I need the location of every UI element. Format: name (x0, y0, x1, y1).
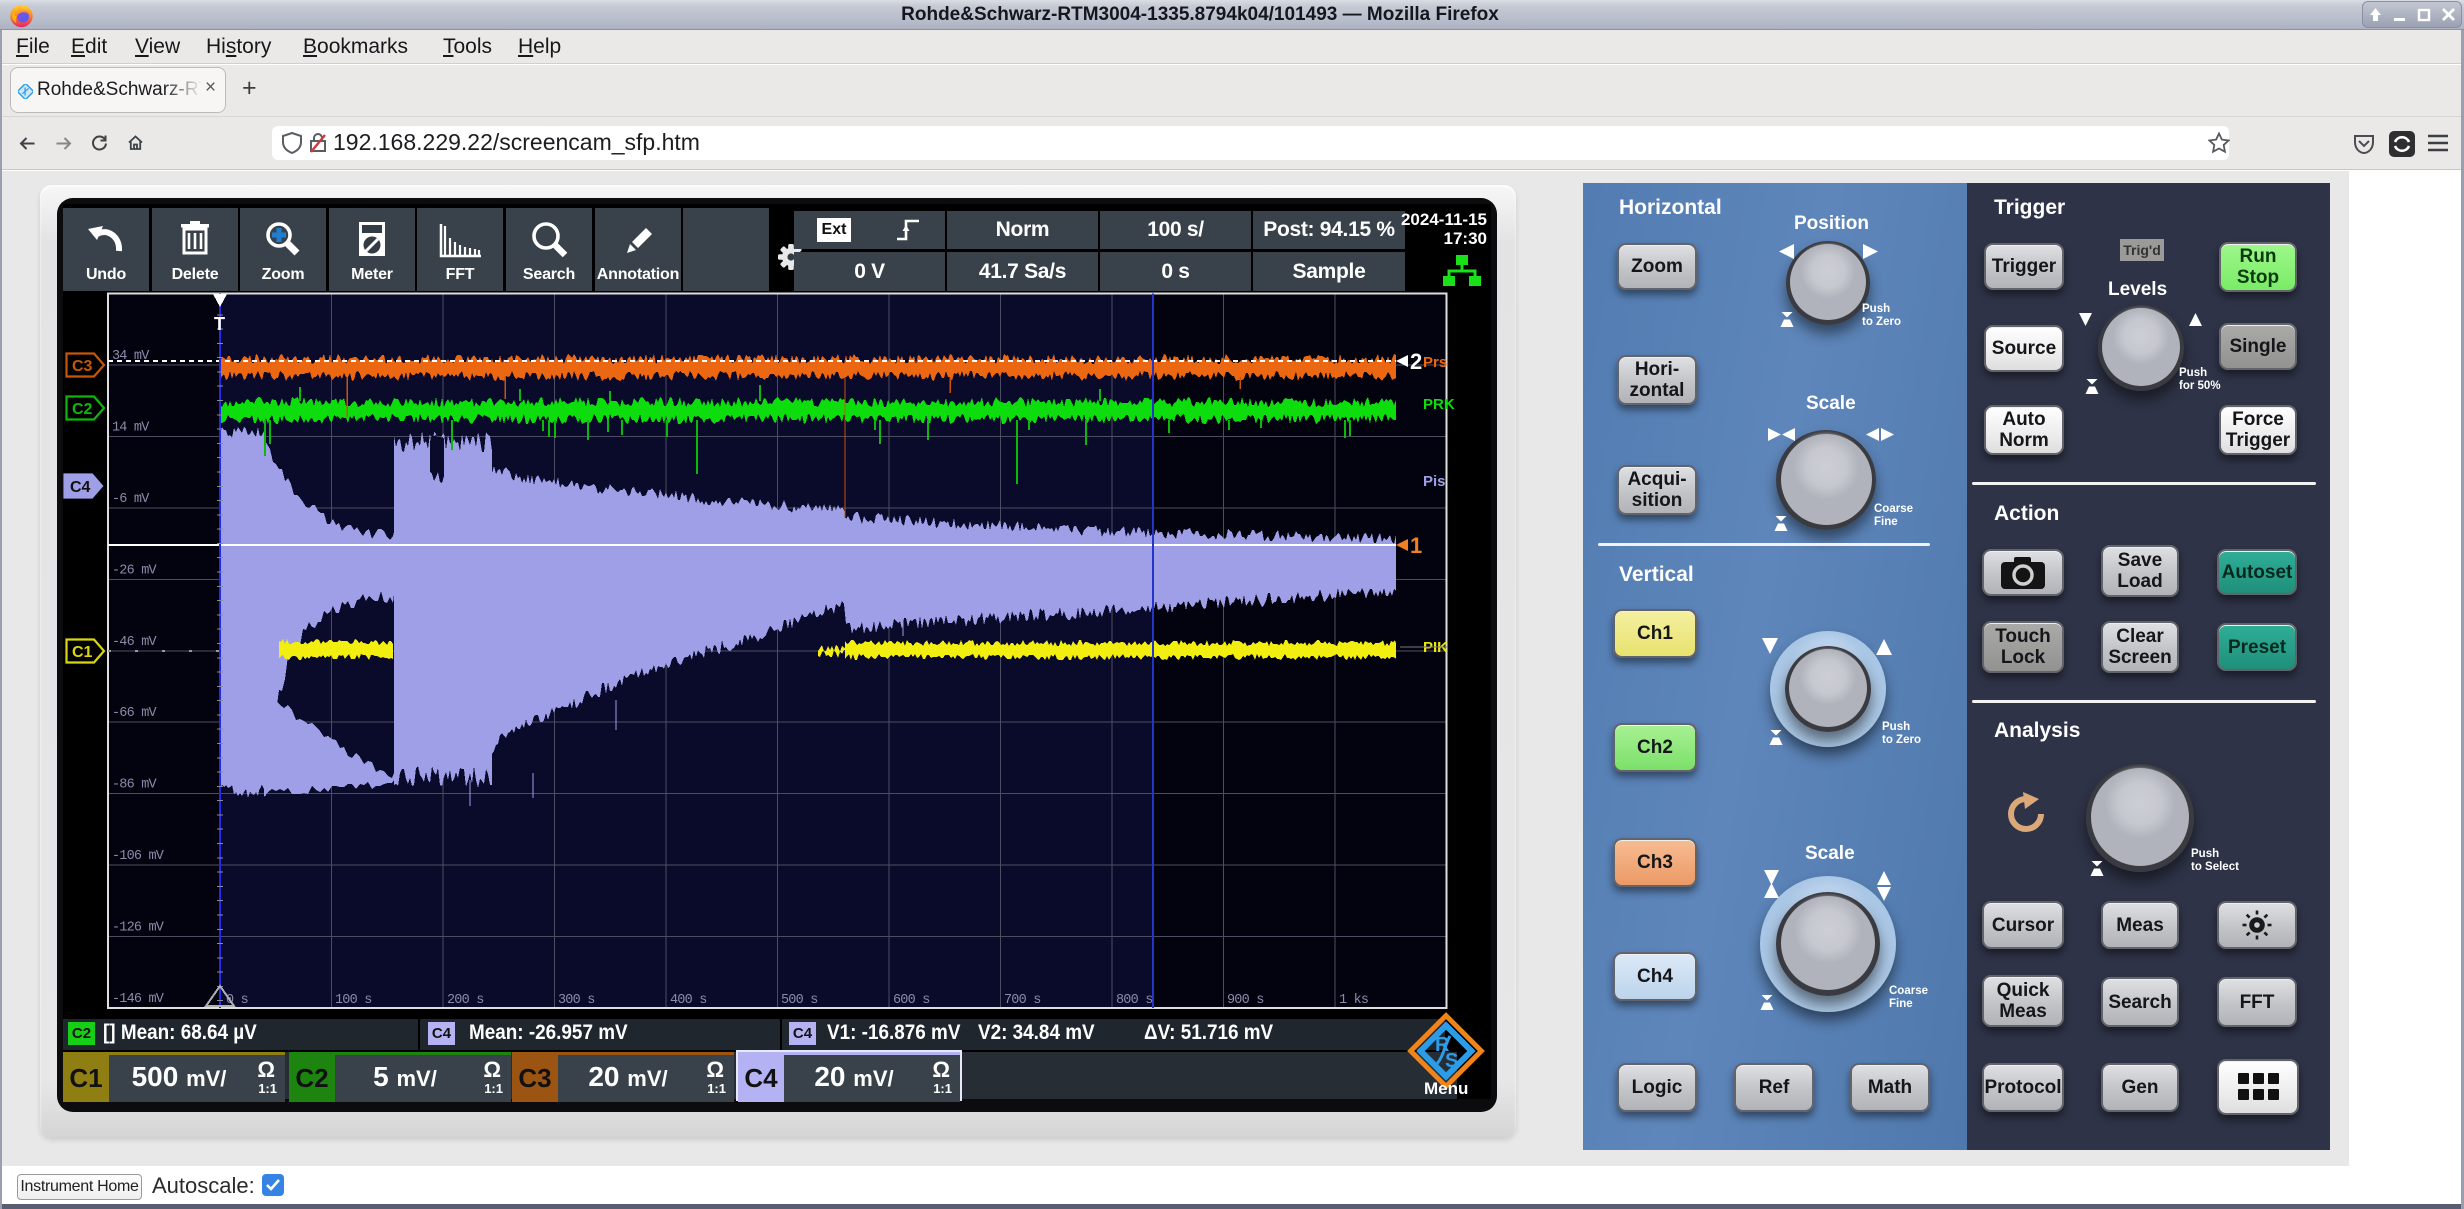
svg-text:-66 mV: -66 mV (112, 706, 158, 721)
svg-text:600 s: 600 s (893, 993, 930, 1008)
svg-text:1: 1 (1410, 533, 1422, 558)
svg-text:PRK: PRK (1423, 396, 1455, 413)
svg-text:Prs: Prs (1423, 354, 1447, 371)
svg-text:2: 2 (1410, 349, 1422, 374)
svg-text:S: S (1445, 1050, 1458, 1072)
svg-text:700 s: 700 s (1004, 993, 1041, 1008)
svg-text:-6 mV: -6 mV (112, 492, 150, 507)
svg-text:400 s: 400 s (670, 993, 707, 1008)
svg-text:100 s: 100 s (335, 993, 372, 1008)
svg-text:300 s: 300 s (558, 993, 595, 1008)
svg-text:-26 mV: -26 mV (112, 563, 158, 578)
svg-text:800 s: 800 s (1116, 993, 1153, 1008)
svg-text:14 mV: 14 mV (112, 420, 150, 435)
svg-text:Pis: Pis (1423, 473, 1446, 490)
svg-text:-86 mV: -86 mV (112, 778, 158, 793)
svg-text:-106 mV: -106 mV (112, 849, 165, 864)
svg-text:-46 mV: -46 mV (112, 635, 158, 650)
svg-text:200 s: 200 s (447, 993, 484, 1008)
svg-text:500 s: 500 s (781, 993, 818, 1008)
svg-text:T: T (214, 314, 225, 334)
svg-text:34 mV: 34 mV (112, 349, 150, 364)
svg-text:-126 mV: -126 mV (112, 921, 165, 936)
svg-text:-146 mV: -146 mV (112, 992, 165, 1007)
svg-text:900 s: 900 s (1227, 993, 1264, 1008)
svg-text:1 ks: 1 ks (1339, 993, 1368, 1008)
